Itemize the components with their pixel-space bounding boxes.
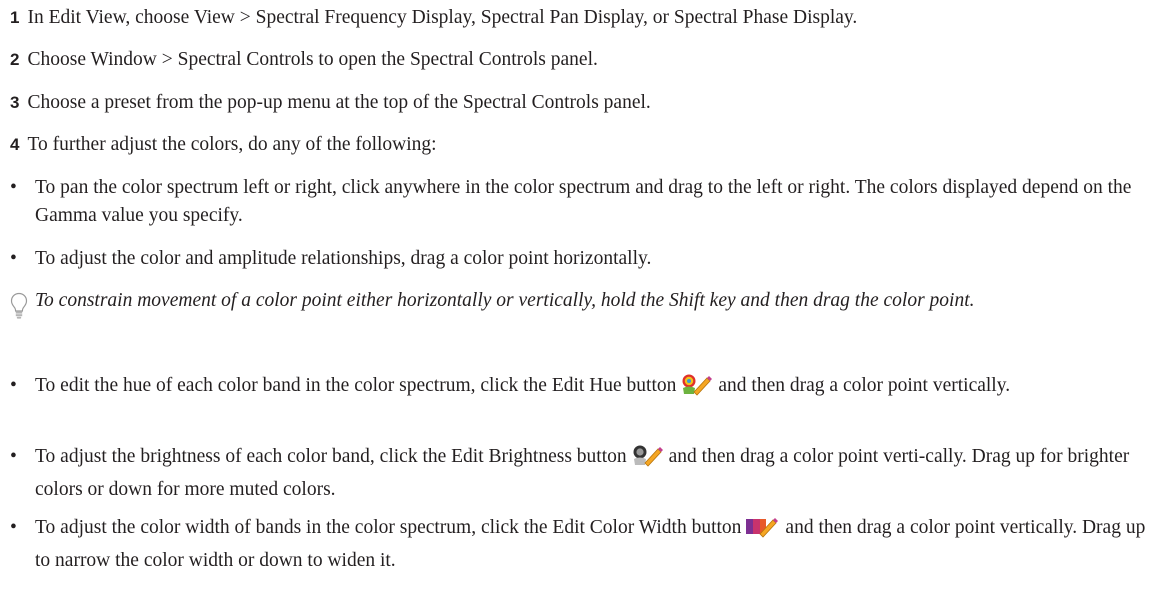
bullet-item-hue: • To edit the hue of each color band in … bbox=[10, 372, 1160, 405]
bullet-text: To adjust the color and amplitude relati… bbox=[35, 248, 652, 269]
edit-hue-icon bbox=[680, 374, 713, 405]
bullet-item-brightness: • To adjust the brightness of each color… bbox=[10, 443, 1160, 504]
bullet-marker: • bbox=[10, 177, 17, 198]
step-text: To further adjust the colors, do any of … bbox=[27, 134, 437, 155]
bullet-text: To pan the color spectrum left or right,… bbox=[35, 177, 1132, 226]
step-number: 1 bbox=[10, 8, 20, 27]
step-3: 3 Choose a preset from the pop-up menu at… bbox=[10, 89, 1160, 117]
edit-brightness-icon bbox=[631, 445, 663, 476]
step-4: 4 To further adjust the colors, do any of… bbox=[10, 131, 1160, 159]
bullet-item-color-width: • To adjust the color width of bands in … bbox=[10, 514, 1160, 575]
bullet-marker: • bbox=[10, 248, 17, 269]
bullet-text: To adjust the brightness of each color b… bbox=[35, 446, 627, 467]
bullet-marker: • bbox=[10, 517, 17, 538]
edit-color-width-icon bbox=[745, 516, 779, 547]
bullet-text: To edit the hue of each color band in th… bbox=[35, 375, 677, 396]
step-number: 2 bbox=[10, 50, 20, 69]
step-text: In Edit View, choose View > Spectral Fre… bbox=[27, 7, 858, 28]
tip-note: To constrain movement of a color point e… bbox=[10, 287, 1160, 319]
bullet-item-pan: • To pan the color spectrum left or righ… bbox=[10, 174, 1160, 230]
step-text: Choose Window > Spectral Controls to ope… bbox=[27, 49, 598, 70]
bullet-item-amplitude: • To adjust the color and amplitude rela… bbox=[10, 245, 1160, 273]
bullet-text: and then drag a color point vertically. bbox=[718, 375, 1011, 396]
step-2: 2 Choose Window > Spectral Controls to op… bbox=[10, 46, 1160, 74]
step-1: 1 In Edit View, choose View > Spectral Fr… bbox=[10, 4, 1160, 32]
tip-text: To constrain movement of a color point e… bbox=[35, 290, 975, 311]
step-number: 4 bbox=[10, 135, 20, 154]
bullet-marker: • bbox=[10, 375, 17, 396]
bullet-marker: • bbox=[10, 446, 17, 467]
step-number: 3 bbox=[10, 93, 20, 112]
bullet-text: To adjust the color width of bands in th… bbox=[35, 517, 742, 538]
step-text: Choose a preset from the pop-up menu at … bbox=[27, 92, 651, 113]
lightbulb-icon bbox=[10, 292, 28, 329]
